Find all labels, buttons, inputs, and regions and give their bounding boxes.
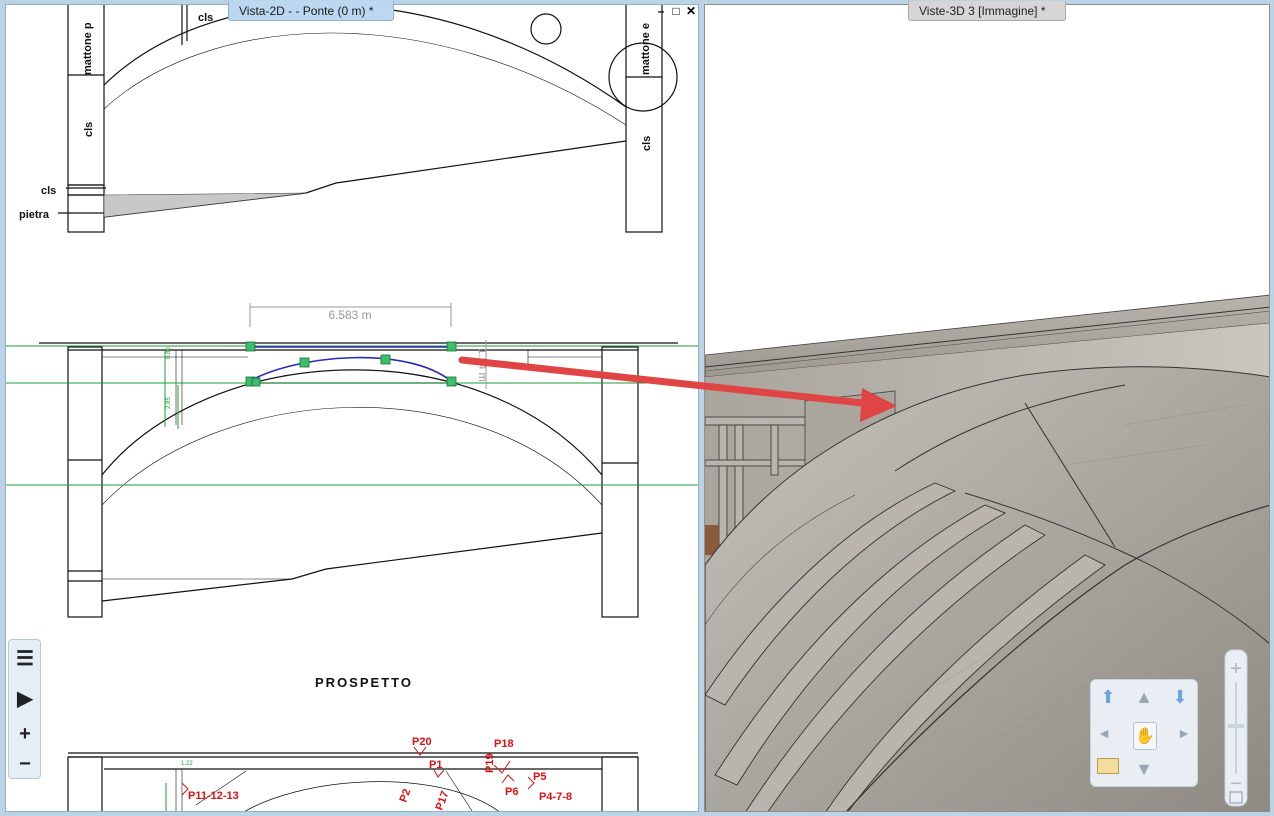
point-label-p20: P20	[412, 736, 432, 748]
floor-plan-icon[interactable]	[1097, 758, 1119, 774]
play-icon[interactable]: ▶	[13, 686, 37, 710]
point-label-p6: P6	[505, 786, 518, 798]
small-dim-b: 0.80	[166, 347, 172, 359]
handle[interactable]	[446, 341, 457, 352]
handle[interactable]	[299, 357, 310, 368]
drawing-canvas-2d[interactable]: mattone p mattone e cls cls cls cls piet…	[6, 5, 699, 812]
point-label-p18: P18	[494, 738, 514, 750]
label-cls-left: cls	[83, 122, 95, 137]
list-icon[interactable]: ☰	[13, 646, 37, 670]
label-pietra: pietra	[19, 209, 50, 221]
point-label-p19: P19	[484, 753, 496, 773]
navigation-widget: ⬆ ▲ ⬇ ◄ ✋ ► ▼	[1090, 679, 1198, 787]
label-mattone-left: mattone p	[82, 22, 94, 75]
minus-icon[interactable]: −	[13, 752, 37, 776]
small-dim-a: 1.22	[181, 761, 193, 767]
side-dimension-label: 1.24 m	[476, 348, 488, 382]
right-arrow-icon[interactable]: ►	[1173, 722, 1195, 744]
section-title: PROSPETTO	[315, 675, 413, 690]
up-arrow-icon[interactable]: ▲	[1133, 686, 1155, 708]
dimension-label: 6.583 m	[328, 308, 371, 322]
label-cls-right: cls	[641, 136, 653, 151]
label-cls-top: cls	[198, 12, 213, 24]
tab-view-2d[interactable]: Vista-2D - - Ponte (0 m) *	[228, 1, 394, 21]
window-buttons: – □ ✕	[655, 2, 697, 20]
point-label-p5: P5	[533, 771, 546, 783]
tab-view-3d[interactable]: Viste-3D 3 [Immagine] *	[908, 1, 1066, 21]
point-label-p11: P11-12-13	[188, 790, 239, 802]
label-cls-base: cls	[41, 185, 56, 197]
down-arrow-icon[interactable]: ▼	[1133, 758, 1155, 780]
label-mattone-right: mattone e	[640, 23, 652, 75]
handle[interactable]	[251, 377, 261, 387]
up-right-arrow-icon[interactable]: ⬇	[1169, 686, 1191, 708]
handle[interactable]	[380, 354, 391, 365]
minimize-button[interactable]: –	[655, 2, 667, 20]
close-button[interactable]: ✕	[685, 2, 697, 20]
restore-button[interactable]: □	[670, 2, 682, 20]
toolbox: ☰ ▶ + −	[8, 639, 41, 779]
point-label-p4: P4-7-8	[539, 791, 572, 803]
point-label-p2: P2	[398, 787, 414, 804]
plus-icon[interactable]: +	[13, 722, 37, 746]
view-2d-pane[interactable]: mattone p mattone e cls cls cls cls piet…	[5, 4, 699, 812]
zoom-in-icon[interactable]: +	[1230, 658, 1242, 680]
view-3d-pane[interactable]: ⬆ ▲ ⬇ ◄ ✋ ► ▼	[704, 4, 1270, 812]
zoom-slider[interactable]: + −	[1223, 648, 1249, 808]
small-dim-c: 2.85	[166, 397, 172, 409]
up-left-arrow-icon[interactable]: ⬆	[1097, 686, 1119, 708]
point-label-p1: P1	[429, 759, 442, 771]
hand-icon[interactable]: ✋	[1133, 722, 1157, 750]
zoom-slider-thumb[interactable]	[1228, 724, 1244, 728]
app-root: mattone p mattone e cls cls cls cls piet…	[0, 0, 1274, 816]
point-label-p17: P17	[434, 790, 452, 812]
stone-hatch	[103, 192, 307, 218]
left-arrow-icon[interactable]: ◄	[1093, 722, 1115, 744]
handle[interactable]	[446, 376, 457, 387]
handle[interactable]	[245, 341, 256, 352]
